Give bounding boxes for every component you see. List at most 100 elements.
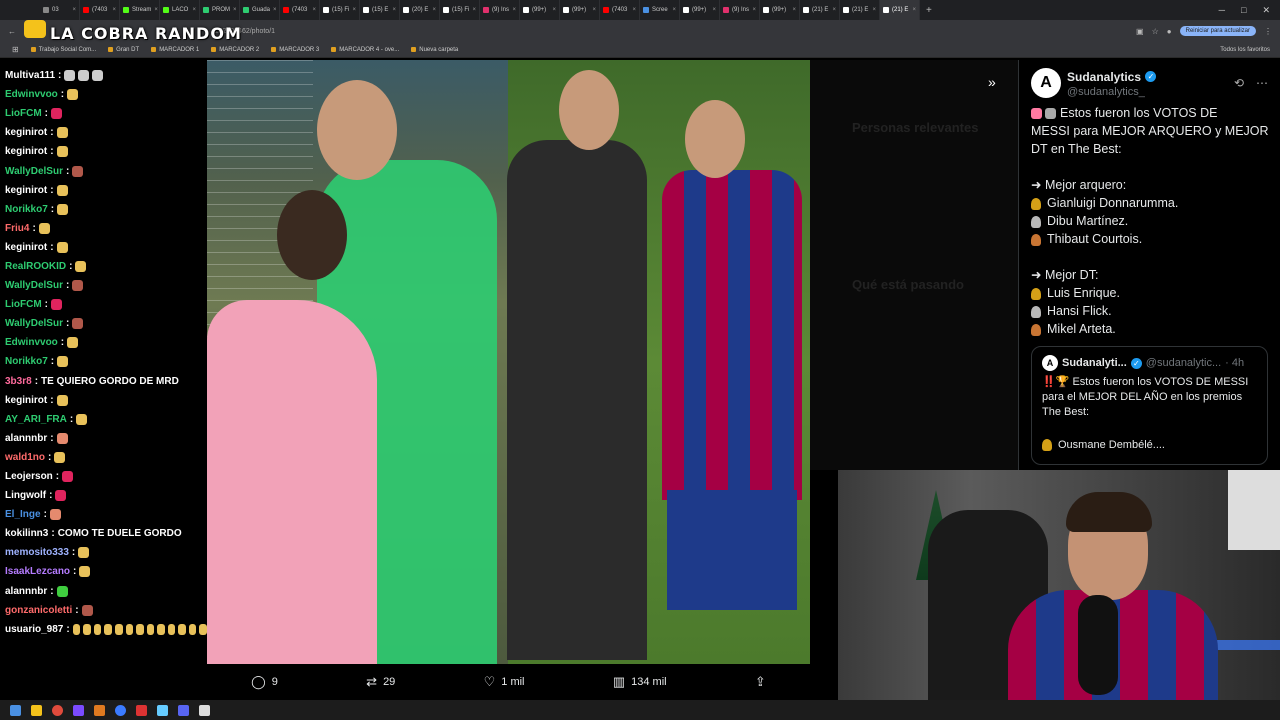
chat-username[interactable]: Multiva111 — [5, 70, 55, 81]
chat-username[interactable]: alannnbr — [5, 586, 47, 597]
chat-username[interactable]: keginirot — [5, 395, 47, 406]
bookmark-item[interactable]: MARCADOR 4 - ove... — [331, 47, 399, 53]
app-icon[interactable] — [115, 704, 126, 716]
browser-tab[interactable]: (21) E × — [800, 0, 840, 20]
browser-tab[interactable]: Stream × — [120, 0, 160, 20]
browser-tab[interactable]: LACO × — [160, 0, 200, 20]
tab-close-icon[interactable]: × — [672, 7, 676, 13]
bookmark-item[interactable]: Gran DT — [108, 47, 139, 53]
chat-username[interactable]: Leojerson — [5, 471, 53, 482]
url-field[interactable]: 262207462/photo/1 — [215, 28, 1128, 35]
update-restart-button[interactable]: Reiniciar para actualizar — [1179, 26, 1256, 36]
close-icon[interactable]: ✕ — [1262, 5, 1270, 16]
app-icon[interactable] — [73, 704, 84, 716]
file-explorer-icon[interactable] — [31, 704, 42, 716]
tab-close-icon[interactable]: × — [273, 7, 277, 13]
back-icon[interactable]: ← — [8, 27, 16, 36]
app-icon[interactable] — [136, 704, 147, 716]
tab-close-icon[interactable]: × — [792, 7, 796, 13]
browser-tab[interactable]: (7403 × — [80, 0, 120, 20]
chat-username[interactable]: Edwinvvoo — [5, 337, 58, 348]
browser-tab[interactable]: (15) E × — [360, 0, 400, 20]
browser-tab[interactable]: (15) Fi × — [320, 0, 360, 20]
chat-username[interactable]: kokilinn3 — [5, 528, 48, 539]
app-icon[interactable] — [94, 704, 105, 716]
app-icon[interactable] — [157, 704, 168, 716]
browser-tab[interactable]: (7403 × — [280, 0, 320, 20]
browser-tab[interactable]: Scree × — [640, 0, 680, 20]
tab-close-icon[interactable]: × — [832, 7, 836, 13]
chat-username[interactable]: keginirot — [5, 185, 47, 196]
browser-tab[interactable]: (9) Ins × — [480, 0, 520, 20]
new-tab-button[interactable]: + — [920, 5, 938, 16]
chat-username[interactable]: El_Inge — [5, 509, 41, 520]
share-button[interactable]: ⇪ — [755, 674, 766, 690]
tab-close-icon[interactable]: × — [512, 7, 516, 13]
browser-tab[interactable]: (7403 × — [600, 0, 640, 20]
chat-username[interactable]: Lingwolf — [5, 490, 46, 501]
chat-username[interactable]: RealROOKID — [5, 261, 66, 272]
browser-tab[interactable]: (99+) × — [560, 0, 600, 20]
chat-username[interactable]: Friu4 — [5, 223, 29, 234]
start-icon[interactable] — [10, 704, 21, 716]
menu-icon[interactable]: ⋮ — [1264, 27, 1272, 36]
views-button[interactable]: ▥ 134 mil — [613, 674, 667, 690]
chat-username[interactable]: usuario_987 — [5, 624, 63, 635]
browser-tab[interactable]: PROM × — [200, 0, 240, 20]
chat-username[interactable]: gonzanicoletti — [5, 605, 72, 616]
browser-tab[interactable]: (15) Fi × — [440, 0, 480, 20]
browser-tab[interactable]: (99+) × — [520, 0, 560, 20]
chat-username[interactable]: LioFCM — [5, 299, 42, 310]
expand-chevrons-icon[interactable]: » — [988, 74, 1002, 90]
tab-close-icon[interactable]: × — [432, 7, 436, 13]
tab-close-icon[interactable]: × — [392, 7, 396, 13]
browser-tab[interactable]: (21) E × — [880, 0, 920, 20]
browser-tab[interactable]: (9) Ins × — [720, 0, 760, 20]
chat-username[interactable]: Norikko7 — [5, 356, 48, 367]
chat-username[interactable]: keginirot — [5, 146, 47, 157]
browser-tab[interactable]: Guada × — [240, 0, 280, 20]
discord-icon[interactable] — [178, 704, 189, 716]
maximize-icon[interactable]: □ — [1241, 5, 1246, 15]
chat-username[interactable]: Norikko7 — [5, 204, 48, 215]
chat-username[interactable]: IsaakLezcano — [5, 566, 70, 577]
tab-close-icon[interactable]: × — [112, 7, 116, 13]
chat-username[interactable]: 3b3r8 — [5, 376, 32, 387]
chat-username[interactable]: keginirot — [5, 127, 47, 138]
chat-username[interactable]: LioFCM — [5, 108, 42, 119]
browser-tab[interactable]: (99+) × — [680, 0, 720, 20]
browser-tab[interactable]: (21) E × — [840, 0, 880, 20]
chat-username[interactable]: alannnbr — [5, 433, 47, 444]
all-bookmarks-folder[interactable]: Todos los favoritos — [1220, 47, 1270, 53]
tab-close-icon[interactable]: × — [154, 7, 158, 13]
tab-close-icon[interactable]: × — [752, 7, 756, 13]
author-handle[interactable]: @sudanalytics_ — [1067, 86, 1156, 98]
bookmark-item[interactable]: MARCADOR 3 — [271, 47, 319, 53]
chat-username[interactable]: wald1no — [5, 452, 45, 463]
tab-close-icon[interactable]: × — [632, 7, 636, 13]
tab-close-icon[interactable]: × — [192, 7, 196, 13]
tab-close-icon[interactable]: × — [233, 7, 237, 13]
apps-icon[interactable]: ⊞ — [12, 45, 19, 54]
tweet-photo[interactable] — [207, 60, 810, 664]
like-button[interactable]: ♡ 1 mil — [484, 674, 525, 690]
browser-tab[interactable]: (99+) × — [760, 0, 800, 20]
chat-username[interactable]: Edwinvvoo — [5, 89, 58, 100]
bookmark-item[interactable]: Nueva carpeta — [411, 47, 458, 53]
extensions-icon[interactable]: ▣ — [1136, 27, 1144, 36]
minimize-icon[interactable]: ─ — [1219, 5, 1225, 15]
tab-close-icon[interactable]: × — [712, 7, 716, 13]
retweet-button[interactable]: ⇄ 29 — [366, 674, 395, 690]
grok-icon[interactable]: ⟲ — [1234, 76, 1244, 90]
chat-username[interactable]: WallyDelSur — [5, 318, 63, 329]
avatar[interactable]: A — [1031, 68, 1061, 98]
bookmark-item[interactable]: MARCADOR 2 — [211, 47, 259, 53]
chat-username[interactable]: WallyDelSur — [5, 166, 63, 177]
tab-close-icon[interactable]: × — [552, 7, 556, 13]
chrome-icon[interactable] — [52, 704, 63, 716]
tab-close-icon[interactable]: × — [352, 7, 356, 13]
browser-tab[interactable]: (20) E × — [400, 0, 440, 20]
obs-icon[interactable] — [199, 704, 210, 716]
profile-icon[interactable]: ● — [1167, 27, 1172, 36]
author-name[interactable]: Sudanalytics — [1067, 70, 1141, 84]
